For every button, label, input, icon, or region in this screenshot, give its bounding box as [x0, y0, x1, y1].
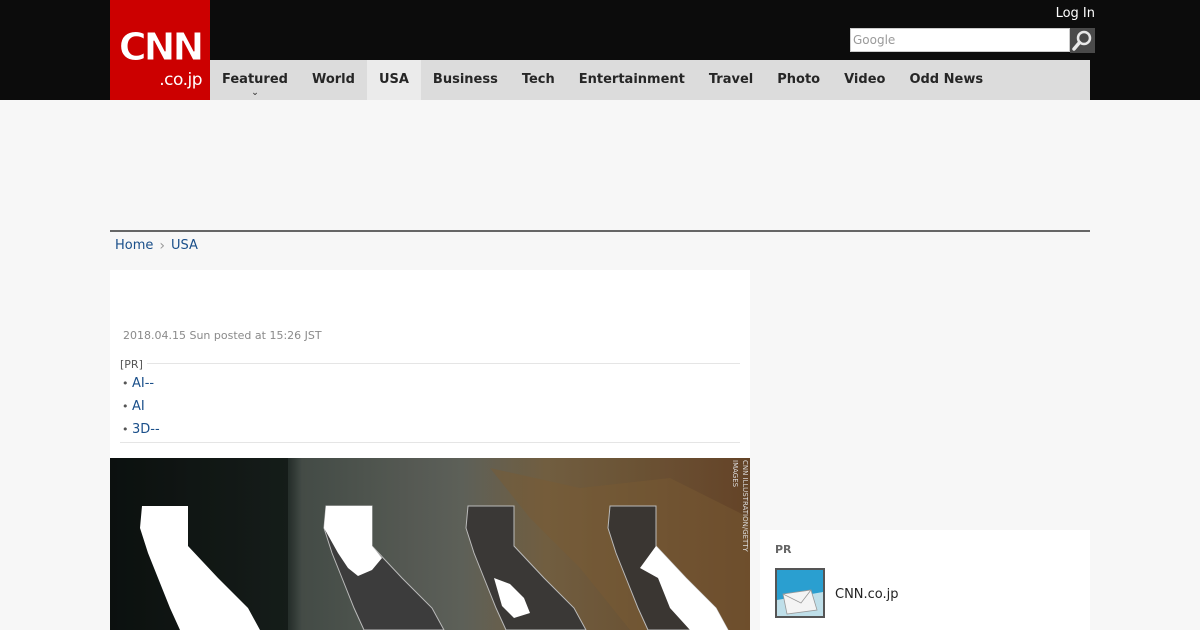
breadcrumb-home[interactable]: Home: [115, 238, 153, 254]
mail-icon: [777, 570, 823, 616]
login-link[interactable]: Log In: [1056, 6, 1095, 22]
nav-item-featured[interactable]: Featured ⌄: [210, 60, 300, 100]
nav-item-entertainment[interactable]: Entertainment: [567, 60, 697, 100]
list-item: • 3D--: [120, 422, 160, 445]
image-credit: CNN ILLUSTRATION/GETTY IMAGES: [731, 460, 749, 552]
pr-label: [PR]: [120, 358, 147, 372]
article-card: 2018.04.15 Sun posted at 15:26 JST [PR] …: [110, 270, 750, 630]
pr-link[interactable]: AI--: [132, 376, 154, 399]
bullet-icon: •: [122, 400, 129, 413]
section-divider: [110, 230, 1090, 232]
search-button[interactable]: [1070, 28, 1095, 53]
california-maps-illustration: [110, 458, 750, 630]
nav-item-video[interactable]: Video: [832, 60, 897, 100]
search-input[interactable]: [850, 28, 1070, 52]
nav-item-business[interactable]: Business: [421, 60, 510, 100]
top-bar: CNN .co.jp Log In Featured ⌄ World USA B…: [0, 0, 1200, 100]
nav-item-usa[interactable]: USA: [366, 60, 421, 100]
nav-label: Featured: [222, 72, 288, 87]
article-timestamp: 2018.04.15 Sun posted at 15:26 JST: [123, 329, 322, 342]
logo-domain: .co.jp: [159, 70, 202, 90]
pr-links-box: [PR] • AI-- • AI • 3D--: [120, 358, 740, 445]
cnn-logo[interactable]: CNN .co.jp: [110, 0, 210, 100]
sidebar-pr-box: PR CNN.co.jp: [760, 530, 1090, 630]
pr-link-list: • AI-- • AI • 3D--: [120, 376, 160, 445]
chevron-down-icon: ⌄: [251, 88, 259, 98]
sidebar-item-text[interactable]: CNN.co.jp: [835, 587, 899, 603]
nav-item-world[interactable]: World: [300, 60, 367, 100]
nav-item-tech[interactable]: Tech: [510, 60, 567, 100]
list-item: • AI--: [120, 376, 160, 399]
chevron-right-icon: ›: [159, 238, 165, 254]
bullet-icon: •: [122, 377, 129, 390]
nav-item-travel[interactable]: Travel: [697, 60, 765, 100]
magnifier-icon: [1070, 28, 1095, 53]
logo-wordmark: CNN: [118, 25, 205, 70]
breadcrumb: Home › USA: [115, 238, 198, 254]
main-nav: Featured ⌄ World USA Business Tech Enter…: [210, 60, 1090, 100]
breadcrumb-current[interactable]: USA: [171, 238, 198, 254]
nav-item-odd-news[interactable]: Odd News: [897, 60, 995, 100]
pr-link[interactable]: AI: [132, 399, 145, 422]
nav-item-photo[interactable]: Photo: [765, 60, 832, 100]
sidebar-pr-label: PR: [775, 543, 792, 556]
pr-link[interactable]: 3D--: [132, 422, 160, 445]
sidebar-thumbnail[interactable]: [775, 568, 825, 618]
hero-image: CNN ILLUSTRATION/GETTY IMAGES: [110, 458, 750, 630]
list-item: • AI: [120, 399, 160, 422]
bullet-icon: •: [122, 423, 129, 436]
